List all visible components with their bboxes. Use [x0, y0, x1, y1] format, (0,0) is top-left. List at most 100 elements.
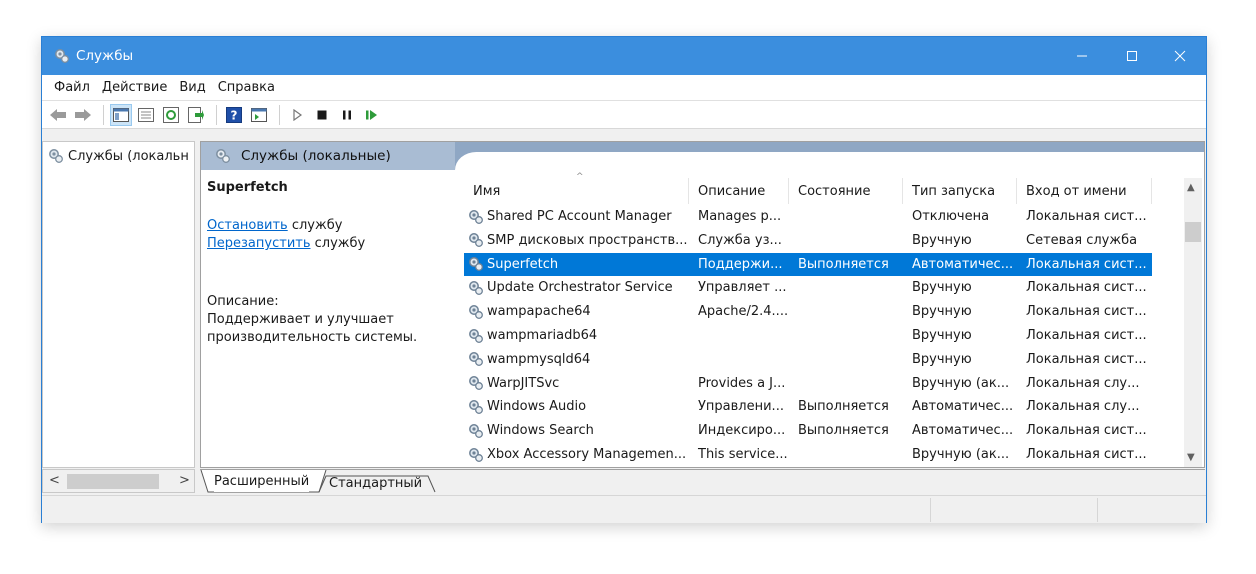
- services-pane: Службы (локальные) Superfetch Остановить…: [200, 141, 1205, 468]
- table-row[interactable]: Windows Search Индексиро... Выполняется Авт…: [464, 419, 1152, 442]
- cell-startup-type: Вручную: [903, 229, 1017, 252]
- back-button[interactable]: [47, 104, 69, 126]
- refresh-button[interactable]: [160, 104, 182, 126]
- restart-service-link[interactable]: Перезапустить: [207, 236, 311, 251]
- scroll-right-icon[interactable]: >: [179, 473, 190, 488]
- refresh-icon: [163, 106, 179, 123]
- column-header-status[interactable]: Состояние: [789, 178, 903, 204]
- cell-startup-type-text: Вручную: [912, 328, 972, 343]
- cell-name: wampmariadb64: [464, 324, 689, 347]
- column-header-log-on-as[interactable]: Вход от имени: [1017, 178, 1152, 204]
- show-hide-button[interactable]: [248, 104, 270, 126]
- table-row[interactable]: SMP дисковых пространств... Служба уз... В…: [464, 229, 1152, 252]
- cell-description-text: Индексиро...: [698, 423, 786, 439]
- export-list-button[interactable]: [185, 104, 207, 126]
- cell-description: Поддержи...: [689, 253, 789, 276]
- cell-description-text: Поддержи...: [698, 256, 783, 272]
- cell-startup-type: Автоматичес...: [903, 419, 1017, 442]
- cell-startup-type-text: Автоматичес...: [912, 423, 1014, 439]
- cell-log-on-as: Локальная слу...: [1017, 395, 1152, 418]
- list-vertical-scrollbar[interactable]: ▲ ▼: [1184, 178, 1202, 467]
- cell-name: SMP дисковых пространств...: [464, 229, 689, 252]
- cell-log-on-as-text: Локальная сист...: [1026, 280, 1147, 296]
- cell-description-text: Управляет ...: [698, 280, 787, 296]
- table-row[interactable]: wampapache64 Apache/2.4.... Вручную Локальн…: [464, 300, 1152, 323]
- start-service-button[interactable]: [286, 104, 308, 126]
- table-row[interactable]: wampmariadb64 Вручную Локальная сист...: [464, 324, 1152, 347]
- cell-startup-type-text: Вручную: [912, 280, 972, 296]
- help-button[interactable]: ?: [223, 104, 245, 126]
- console-tree-pane: Службы (локальн: [42, 141, 195, 468]
- pause-service-button[interactable]: [336, 104, 358, 126]
- minimize-button[interactable]: [1058, 37, 1106, 75]
- menu-file[interactable]: Файл: [48, 80, 96, 95]
- cell-description: Управляет ...: [689, 276, 789, 299]
- tree-item-services-local[interactable]: Службы (локальн: [48, 148, 193, 164]
- cell-description: Apache/2.4....: [689, 300, 789, 323]
- properties-button[interactable]: [135, 104, 157, 126]
- forward-button[interactable]: [72, 104, 94, 126]
- cell-name: wampmysqld64: [464, 348, 689, 371]
- services-gear-icon: [216, 149, 230, 163]
- cell-log-on-as: Локальная сист...: [1017, 443, 1152, 466]
- table-row[interactable]: wampmysqld64 Вручную Локальная сист...: [464, 348, 1152, 371]
- service-gear-icon: [469, 304, 483, 319]
- cell-log-on-as: Локальная сист...: [1017, 205, 1152, 228]
- maximize-button[interactable]: [1108, 37, 1156, 75]
- scroll-thumb[interactable]: [67, 474, 159, 489]
- table-row[interactable]: Windows Audio Управлени... Выполняется Авто…: [464, 395, 1152, 418]
- menu-view[interactable]: Вид: [173, 80, 211, 95]
- cell-startup-type-text: Автоматичес...: [912, 256, 1014, 272]
- close-button[interactable]: [1156, 37, 1204, 75]
- table-row[interactable]: Xbox Accessory Managemen... This service.…: [464, 443, 1152, 466]
- console-tree-button[interactable]: [110, 103, 132, 126]
- pane-title: Службы (локальные): [241, 148, 391, 164]
- tree-horizontal-scrollbar[interactable]: < >: [42, 469, 195, 493]
- svg-text:?: ?: [231, 108, 238, 122]
- cell-description: Управлени...: [689, 395, 789, 418]
- cell-startup-type: Автоматичес...: [903, 253, 1017, 276]
- cell-status: [789, 348, 903, 371]
- title-bar[interactable]: Службы: [42, 37, 1206, 75]
- properties-icon: [138, 107, 154, 122]
- tab-standard[interactable]: Стандартный: [329, 472, 422, 494]
- column-header-name[interactable]: ^ Имя: [464, 172, 689, 204]
- stop-service-button[interactable]: [311, 104, 333, 126]
- scroll-thumb[interactable]: [1185, 222, 1201, 242]
- toolbar: ?: [42, 101, 1206, 129]
- table-row[interactable]: Shared PC Account Manager Manages p... Отк…: [464, 205, 1152, 228]
- cell-status: [789, 276, 903, 299]
- close-icon: [1174, 50, 1186, 62]
- column-header-description[interactable]: Описание: [689, 178, 789, 204]
- table-row[interactable]: Update Orchestrator Service Управляет ...…: [464, 276, 1152, 299]
- scroll-down-icon[interactable]: ▼: [1187, 452, 1195, 463]
- table-row[interactable]: WarpJITSvc Provides a J... Вручную (ак... Л…: [464, 372, 1152, 395]
- menu-help[interactable]: Справка: [212, 80, 281, 95]
- restart-action: Перезапустить службу: [207, 235, 452, 253]
- cell-description-text: Apache/2.4....: [698, 304, 789, 320]
- services-gear-icon: [55, 49, 69, 63]
- cell-name: Shared PC Account Manager: [464, 205, 689, 228]
- table-row[interactable]: Superfetch Поддержи... Выполняется Автомати…: [464, 252, 1152, 276]
- cell-description: Provides a J...: [689, 372, 789, 395]
- pause-icon: [343, 110, 351, 119]
- stop-service-link[interactable]: Остановить: [207, 218, 288, 233]
- resume-service-button[interactable]: [361, 104, 383, 126]
- cell-log-on-as-text: Локальная сист...: [1026, 304, 1147, 320]
- cell-status: Выполняется: [789, 395, 903, 418]
- menu-action[interactable]: Действие: [96, 80, 173, 95]
- cell-status: [789, 205, 903, 228]
- export-list-icon: [188, 106, 204, 123]
- scroll-left-icon[interactable]: <: [49, 473, 60, 488]
- cell-status-text: Выполняется: [798, 423, 889, 439]
- tab-extended[interactable]: Расширенный: [214, 470, 310, 492]
- service-gear-icon: [469, 209, 483, 224]
- column-label: Описание: [698, 183, 766, 199]
- cell-status: [789, 372, 903, 395]
- scroll-up-icon[interactable]: ▲: [1187, 182, 1195, 193]
- cell-log-on-as-text: Локальная сист...: [1026, 447, 1147, 462]
- column-header-startup-type[interactable]: Тип запуска: [903, 178, 1017, 204]
- cell-startup-type: Вручную: [903, 324, 1017, 347]
- cell-name: WarpJITSvc: [464, 372, 689, 395]
- forward-arrow-icon: [75, 108, 91, 121]
